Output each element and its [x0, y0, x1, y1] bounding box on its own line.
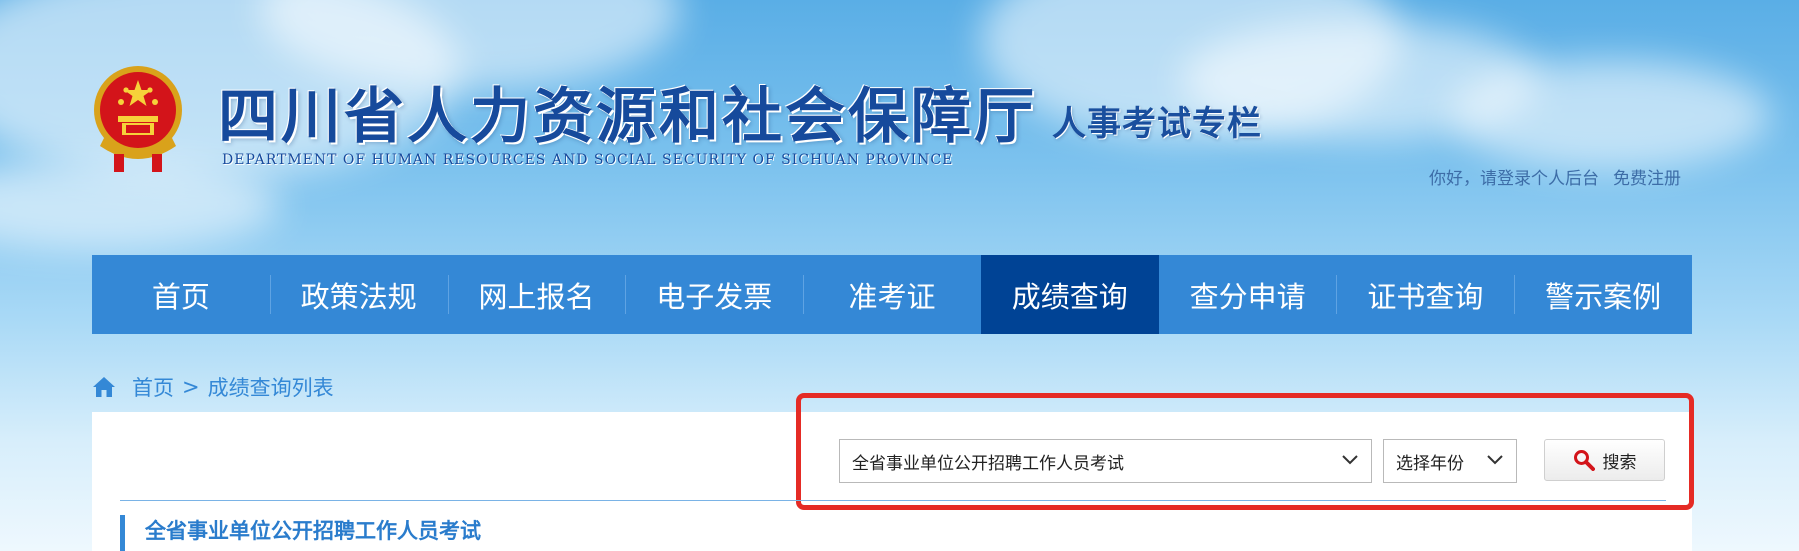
nav-item-warning-cases[interactable]: 警示案例	[1514, 255, 1692, 334]
breadcrumb-home-link[interactable]: 首页	[132, 372, 174, 402]
nav-item-admission-ticket[interactable]: 准考证	[803, 255, 981, 334]
divider	[120, 500, 1666, 501]
section-title: 全省事业单位公开招聘工作人员考试	[120, 515, 481, 551]
login-link[interactable]: 你好，请登录个人后台	[1429, 169, 1599, 189]
nav-item-home[interactable]: 首页	[92, 255, 270, 334]
column-title: 人事考试专栏	[1052, 104, 1262, 144]
breadcrumb-current: 成绩查询列表	[207, 376, 334, 400]
register-link[interactable]: 免费注册	[1613, 169, 1681, 189]
home-icon	[93, 377, 115, 397]
nav-item-certificate-query[interactable]: 证书查询	[1336, 255, 1514, 334]
nav-item-policies[interactable]: 政策法规	[269, 255, 448, 334]
site-subtitle: DEPARTMENT OF HUMAN RESOURCES AND SOCIAL…	[222, 152, 954, 168]
breadcrumb: 首页 > 成绩查询列表	[92, 372, 334, 402]
search-highlight-frame	[796, 393, 1694, 510]
main-nav: 首页 政策法规 网上报名 电子发票 准考证 成绩查询 查分申请 证书查询 警示案…	[92, 255, 1692, 334]
nav-item-e-invoice[interactable]: 电子发票	[625, 255, 803, 334]
breadcrumb-separator: >	[182, 375, 200, 399]
nav-item-score-review[interactable]: 查分申请	[1159, 255, 1337, 334]
nav-item-online-registration[interactable]: 网上报名	[447, 255, 626, 334]
national-emblem-icon	[94, 66, 182, 172]
nav-item-score-query[interactable]: 成绩查询	[980, 255, 1159, 334]
site-title: 四川省人力资源和社会保障厅	[218, 82, 1037, 152]
user-links: 你好，请登录个人后台 免费注册	[1429, 164, 1681, 189]
